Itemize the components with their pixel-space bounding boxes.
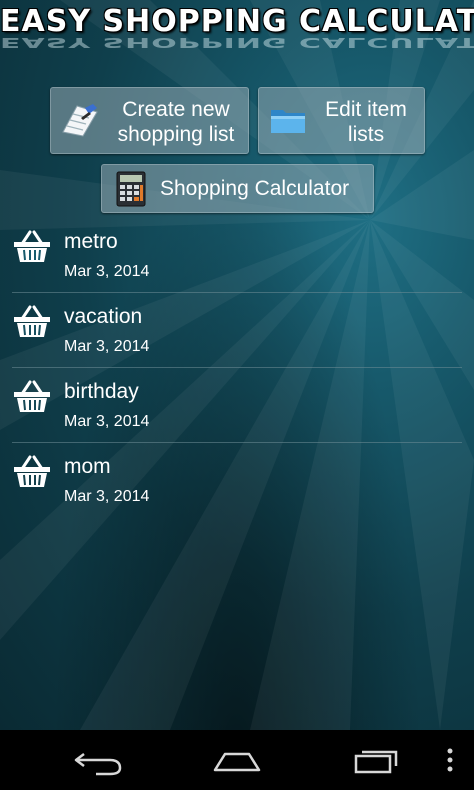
app-screen: EASY SHOPPING CALCULATOR EASY SHOPPING C… — [0, 0, 474, 730]
shopping-calculator-button[interactable]: Shopping Calculator — [101, 164, 374, 213]
shopping-lists: metro Mar 3, 2014 vacation Mar 3, 2014 b… — [0, 218, 474, 517]
app-title-area: EASY SHOPPING CALCULATOR EASY SHOPPING C… — [0, 0, 474, 70]
basket-icon — [14, 455, 50, 487]
basket-icon — [14, 305, 50, 337]
list-item-name: mom — [64, 455, 111, 478]
calculator-icon — [116, 171, 146, 207]
folder-icon — [271, 110, 305, 133]
recent-apps-icon[interactable] — [346, 744, 406, 776]
list-item-name: vacation — [64, 305, 143, 328]
list-item-name: metro — [64, 230, 118, 253]
shopping-calculator-label: Shopping Calculator — [160, 177, 350, 200]
list-item-name: birthday — [64, 380, 139, 403]
list-item-date: Mar 3, 2014 — [64, 263, 150, 280]
create-shopping-list-button[interactable]: Create new shopping list — [50, 87, 249, 154]
home-icon[interactable] — [207, 744, 267, 776]
basket-icon — [14, 380, 50, 412]
basket-icon — [14, 230, 50, 262]
list-item-birthday[interactable]: birthday Mar 3, 2014 — [12, 368, 462, 443]
system-navigation-bar — [0, 730, 474, 790]
list-item-metro[interactable]: metro Mar 3, 2014 — [12, 218, 462, 293]
create-shopping-list-label: Create new shopping list — [117, 98, 235, 146]
app-title-reflection: EASY SHOPPING CALCULATOR — [0, 34, 474, 50]
edit-item-lists-button[interactable]: Edit item lists — [258, 87, 425, 154]
list-item-date: Mar 3, 2014 — [64, 338, 150, 355]
overflow-menu-icon[interactable] — [440, 746, 460, 774]
list-item-mom[interactable]: mom Mar 3, 2014 — [12, 443, 462, 517]
list-item-date: Mar 3, 2014 — [64, 488, 150, 505]
edit-item-lists-label: Edit item lists — [325, 98, 407, 146]
back-icon[interactable] — [70, 744, 130, 776]
list-item-date: Mar 3, 2014 — [64, 413, 150, 430]
notepad-pen-icon — [62, 104, 98, 137]
list-item-vacation[interactable]: vacation Mar 3, 2014 — [12, 293, 462, 368]
